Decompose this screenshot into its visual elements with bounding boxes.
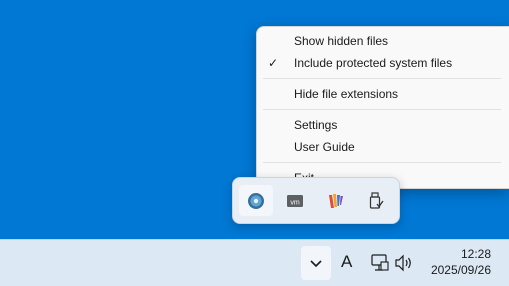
chevron-down-icon [310, 260, 322, 268]
colored-stripes-app-icon[interactable] [318, 185, 352, 216]
vmware-icon[interactable]: vm [278, 185, 312, 216]
menu-item-settings[interactable]: Settings [257, 114, 509, 136]
menu-separator [263, 162, 501, 163]
menu-item-include-protected-system-files[interactable]: ✓ Include protected system files [257, 52, 509, 74]
menu-separator [263, 109, 501, 110]
network-ethernet-icon[interactable] [370, 253, 390, 273]
show-hidden-icons-button[interactable] [301, 246, 331, 280]
checkmark-icon: ✓ [268, 56, 279, 70]
clock-date: 2025/09/26 [430, 263, 491, 277]
menu-item-label: Hide file extensions [294, 87, 399, 101]
blue-disc-app-icon[interactable] [239, 185, 273, 216]
svg-text:vm: vm [290, 200, 300, 207]
menu-separator [263, 78, 501, 79]
volume-icon[interactable] [394, 254, 414, 272]
usb-safely-remove-icon[interactable] [359, 185, 393, 216]
clock[interactable]: 12:28 2025/09/26 [431, 246, 491, 278]
tray-overflow-flyout: vm [232, 177, 400, 224]
clock-time: 12:28 [460, 247, 491, 261]
menu-item-show-hidden-files[interactable]: Show hidden files [257, 30, 509, 52]
menu-item-label: Show hidden files [294, 34, 389, 48]
menu-item-user-guide[interactable]: User Guide [257, 136, 509, 158]
menu-item-label: User Guide [294, 140, 355, 154]
tray-context-menu: Show hidden files ✓ Include protected sy… [256, 26, 509, 189]
input-indicator[interactable]: A [341, 252, 352, 272]
taskbar: A 12:28 2025/09/26 [0, 239, 509, 286]
menu-item-label: Include protected system files [294, 56, 453, 70]
menu-item-hide-file-extensions[interactable]: Hide file extensions [257, 83, 509, 105]
menu-item-label: Settings [294, 118, 338, 132]
